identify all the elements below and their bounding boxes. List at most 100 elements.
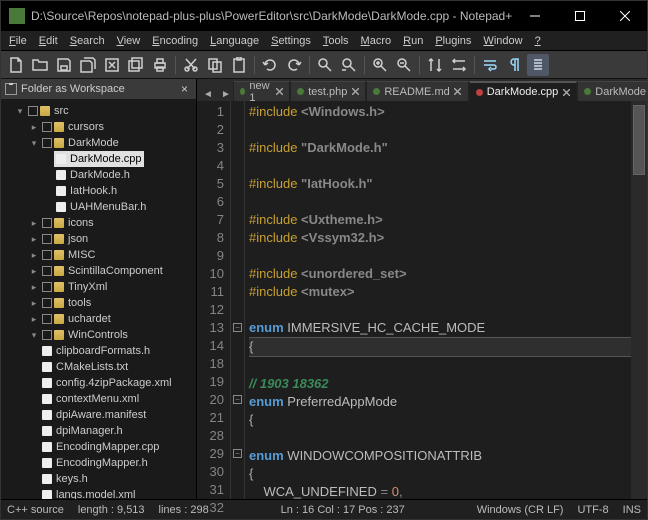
workspace-title: Folder as Workspace: [21, 83, 125, 95]
close-all-icon[interactable]: [125, 54, 147, 76]
tree-folder[interactable]: ▸MISC: [29, 247, 196, 263]
status-length: length : 9,513: [78, 504, 145, 516]
line-number-gutter: 123456789101112131418192021282930313233: [197, 101, 231, 499]
cut-icon[interactable]: [180, 54, 202, 76]
undo-icon[interactable]: [259, 54, 281, 76]
show-symbols-icon[interactable]: [503, 54, 525, 76]
vertical-scrollbar[interactable]: [631, 101, 647, 499]
tree-folder[interactable]: ▸ScintillaComponent: [29, 263, 196, 279]
save-icon[interactable]: [53, 54, 75, 76]
tab-status-icon: [373, 88, 380, 95]
menu-window[interactable]: Window: [477, 33, 528, 49]
status-insert-mode: INS: [623, 504, 641, 516]
tree-folder[interactable]: ▸cursors: [29, 119, 196, 135]
scrollbar-thumb[interactable]: [633, 105, 645, 175]
tab[interactable]: README.md: [366, 81, 468, 101]
code-view[interactable]: #include <Windows.h> #include "DarkMode.…: [245, 101, 631, 499]
status-position: Ln : 16 Col : 17 Pos : 237: [281, 504, 405, 516]
open-file-icon[interactable]: [29, 54, 51, 76]
tab[interactable]: DarkMode.h: [577, 81, 647, 101]
tree-file[interactable]: DarkMode.h: [43, 167, 196, 183]
minimize-button[interactable]: [512, 1, 557, 31]
maximize-button[interactable]: [557, 1, 602, 31]
tree-folder[interactable]: ▸tools: [29, 295, 196, 311]
tab-next-icon[interactable]: ►: [219, 87, 233, 101]
redo-icon[interactable]: [283, 54, 305, 76]
tab-status-icon: [297, 88, 304, 95]
menu-bar: FileEditSearchViewEncodingLanguageSettin…: [1, 31, 647, 51]
tree-folder[interactable]: ▸icons: [29, 215, 196, 231]
tree-file[interactable]: dpiManager.h: [29, 423, 196, 439]
status-language: C++ source: [7, 504, 64, 516]
tab-status-icon: [476, 89, 483, 96]
tab-close-icon[interactable]: [276, 88, 283, 96]
status-encoding: UTF-8: [577, 504, 608, 516]
tree-folder[interactable]: ▸json: [29, 231, 196, 247]
tab[interactable]: test.php: [290, 81, 366, 101]
folder-as-workspace-panel: Folder as Workspace × ▾src▸cursors▾DarkM…: [1, 79, 197, 499]
status-bar: C++ source length : 9,513 lines : 298 Ln…: [1, 499, 647, 519]
fold-column[interactable]: − − −: [231, 101, 245, 499]
editor-area: ◄ ► new 1 test.phpREADME.md DarkMode.cpp Da…: [197, 79, 647, 499]
find-icon[interactable]: [314, 54, 336, 76]
replace-icon[interactable]: [338, 54, 360, 76]
paste-icon[interactable]: [228, 54, 250, 76]
toolbar: [1, 51, 647, 79]
menu-?[interactable]: ?: [529, 33, 547, 49]
tree-file[interactable]: IatHook.h: [43, 183, 196, 199]
tab-close-icon[interactable]: [562, 88, 570, 96]
tree-file[interactable]: DarkMode.cpp: [43, 151, 196, 167]
menu-edit[interactable]: Edit: [33, 33, 64, 49]
tree-file[interactable]: CMakeLists.txt: [29, 359, 196, 375]
print-icon[interactable]: [149, 54, 171, 76]
folder-icon: [5, 83, 17, 95]
word-wrap-icon[interactable]: [479, 54, 501, 76]
sync-h-icon[interactable]: [448, 54, 470, 76]
menu-plugins[interactable]: Plugins: [429, 33, 477, 49]
tab-close-icon[interactable]: [454, 88, 462, 96]
tree-folder[interactable]: ▸uchardet: [29, 311, 196, 327]
tree-file[interactable]: EncodingMapper.h: [29, 455, 196, 471]
tab[interactable]: DarkMode.cpp: [469, 81, 578, 101]
panel-close-icon[interactable]: ×: [177, 82, 192, 96]
menu-tools[interactable]: Tools: [317, 33, 355, 49]
tree-folder[interactable]: ▾WinControls: [29, 327, 196, 343]
tab-label: DarkMode.cpp: [487, 86, 559, 98]
sync-v-icon[interactable]: [424, 54, 446, 76]
close-button[interactable]: [602, 1, 647, 31]
menu-search[interactable]: Search: [64, 33, 111, 49]
tree-file[interactable]: dpiAware.manifest: [29, 407, 196, 423]
tree-folder[interactable]: ▾DarkMode: [29, 135, 196, 151]
indent-guide-icon[interactable]: [527, 54, 549, 76]
tab-label: new 1: [249, 81, 272, 101]
workspace-tree[interactable]: ▾src▸cursors▾DarkModeDarkMode.cppDarkMod…: [1, 99, 196, 499]
tree-root[interactable]: ▾src: [15, 103, 196, 119]
menu-run[interactable]: Run: [397, 33, 429, 49]
tree-file[interactable]: contextMenu.xml: [29, 391, 196, 407]
tab-strip: ◄ ► new 1 test.phpREADME.md DarkMode.cpp Da…: [197, 79, 647, 101]
tree-file[interactable]: langs.model.xml: [29, 487, 196, 499]
menu-language[interactable]: Language: [204, 33, 265, 49]
save-all-icon[interactable]: [77, 54, 99, 76]
zoom-in-icon[interactable]: [369, 54, 391, 76]
menu-view[interactable]: View: [111, 33, 147, 49]
tree-file[interactable]: UAHMenuBar.h: [43, 199, 196, 215]
tree-file[interactable]: EncodingMapper.cpp: [29, 439, 196, 455]
tree-folder[interactable]: ▸TinyXml: [29, 279, 196, 295]
tab-prev-icon[interactable]: ◄: [201, 87, 215, 101]
menu-settings[interactable]: Settings: [265, 33, 317, 49]
copy-icon[interactable]: [204, 54, 226, 76]
tab[interactable]: new 1: [233, 81, 290, 101]
menu-macro[interactable]: Macro: [355, 33, 398, 49]
new-file-icon[interactable]: [5, 54, 27, 76]
tree-file[interactable]: keys.h: [29, 471, 196, 487]
menu-encoding[interactable]: Encoding: [146, 33, 204, 49]
tab-close-icon[interactable]: [351, 88, 359, 96]
close-file-icon[interactable]: [101, 54, 123, 76]
title-bar: D:\Source\Repos\notepad-plus-plus\PowerE…: [1, 1, 647, 31]
tree-file[interactable]: clipboardFormats.h: [29, 343, 196, 359]
window-title: D:\Source\Repos\notepad-plus-plus\PowerE…: [31, 9, 512, 23]
zoom-out-icon[interactable]: [393, 54, 415, 76]
tree-file[interactable]: config.4zipPackage.xml: [29, 375, 196, 391]
menu-file[interactable]: File: [3, 33, 33, 49]
